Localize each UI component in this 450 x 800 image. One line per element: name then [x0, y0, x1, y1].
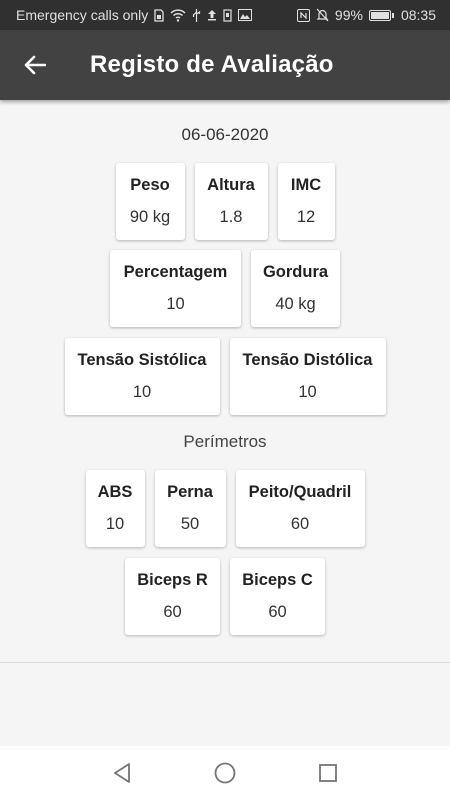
battery-icon — [368, 9, 394, 21]
metrics-row-2: Percentagem 10 Gordura 40 kg — [0, 250, 450, 327]
metric-card-peso[interactable]: Peso 90 kg — [115, 163, 185, 240]
metric-label: Percentagem — [123, 263, 228, 281]
clock: 08:35 — [400, 7, 436, 23]
perimeter-card-peito-quadril[interactable]: Peito/Quadril 60 — [235, 470, 365, 547]
metric-label: Gordura — [262, 263, 329, 281]
usb-icon — [192, 8, 201, 22]
perimeter-card-perna[interactable]: Perna 50 — [154, 470, 226, 547]
metric-label: Tensão Distólica — [242, 351, 373, 369]
app-bar: Registo de Avaliação — [0, 30, 450, 100]
metric-value: 50 — [180, 515, 200, 533]
status-left: Emergency calls only — [16, 7, 253, 23]
metric-value: 60 — [290, 515, 310, 533]
status-right: 99% 08:35 — [296, 7, 436, 23]
upload-icon — [207, 9, 217, 21]
square-recents-icon — [319, 764, 338, 782]
nav-home-button[interactable] — [205, 753, 245, 793]
perimeter-card-biceps-r[interactable]: Biceps R 60 — [125, 558, 220, 635]
metric-label: Peso — [130, 176, 170, 194]
metric-value: 10 — [298, 383, 317, 401]
metric-card-imc[interactable]: IMC 12 — [277, 163, 335, 240]
metric-card-percentagem[interactable]: Percentagem 10 — [110, 250, 241, 327]
back-button[interactable] — [0, 30, 70, 100]
perimeters-row-1: ABS 10 Perna 50 Peito/Quadril 60 — [0, 470, 450, 547]
phone-storage-icon — [223, 8, 232, 22]
wifi-icon — [170, 8, 186, 22]
metric-label: Biceps C — [242, 571, 313, 589]
metric-label: Peito/Quadril — [248, 483, 352, 501]
metric-value: 10 — [132, 383, 152, 401]
metric-value: 12 — [296, 208, 316, 226]
metric-value: 60 — [163, 603, 182, 621]
perimeters-section-title: Perímetros — [183, 432, 267, 451]
metrics-row-3: Tensão Sistólica 10 Tensão Distólica 10 — [0, 338, 450, 415]
gallery-icon — [238, 9, 253, 21]
metric-value: 60 — [268, 603, 287, 621]
page-title: Registo de Avaliação — [90, 51, 334, 78]
system-nav-bar — [0, 746, 450, 800]
notifications-off-icon — [316, 8, 329, 22]
battery-fill — [370, 11, 389, 19]
metric-value: 40 kg — [275, 295, 316, 313]
sim-card-icon — [154, 8, 164, 22]
triangle-back-icon — [113, 763, 130, 783]
metric-label: Perna — [167, 483, 213, 501]
metric-label: Altura — [207, 176, 255, 194]
perimeter-card-abs[interactable]: ABS 10 — [85, 470, 145, 547]
perimeter-card-biceps-c[interactable]: Biceps C 60 — [230, 558, 325, 635]
metric-label: IMC — [290, 176, 322, 194]
metric-label: ABS — [97, 483, 133, 501]
metric-value: 10 — [105, 515, 125, 533]
metric-card-tensao-sistolica[interactable]: Tensão Sistólica 10 — [64, 338, 220, 415]
metric-card-tensao-distolica[interactable]: Tensão Distólica 10 — [229, 338, 386, 415]
metric-value: 90 kg — [129, 208, 171, 226]
metric-value: 1.8 — [219, 208, 243, 226]
nav-back-button[interactable] — [102, 753, 142, 793]
metric-value: 10 — [166, 295, 185, 313]
circle-home-icon — [214, 762, 236, 784]
carrier-text: Emergency calls only — [16, 7, 149, 23]
nav-recents-button[interactable] — [308, 753, 348, 793]
metric-label: Biceps R — [137, 571, 208, 589]
metric-card-altura[interactable]: Altura 1.8 — [194, 163, 268, 240]
perimeters-row-2: Biceps R 60 Biceps C 60 — [0, 558, 450, 635]
battery-percent: 99% — [334, 7, 363, 23]
metrics-row-1: Peso 90 kg Altura 1.8 IMC 12 — [0, 163, 450, 240]
nfc-icon — [296, 8, 310, 22]
arrow-left-icon — [24, 55, 46, 75]
metric-card-gordura[interactable]: Gordura 40 kg — [251, 250, 340, 327]
evaluation-date: 06-06-2020 — [181, 125, 269, 144]
status-bar: Emergency calls only 99% 08:35 — [0, 0, 450, 30]
evaluation-content: 06-06-2020 Peso 90 kg Altura 1.8 IMC 12 … — [0, 100, 450, 663]
metric-label: Tensão Sistólica — [77, 351, 207, 369]
